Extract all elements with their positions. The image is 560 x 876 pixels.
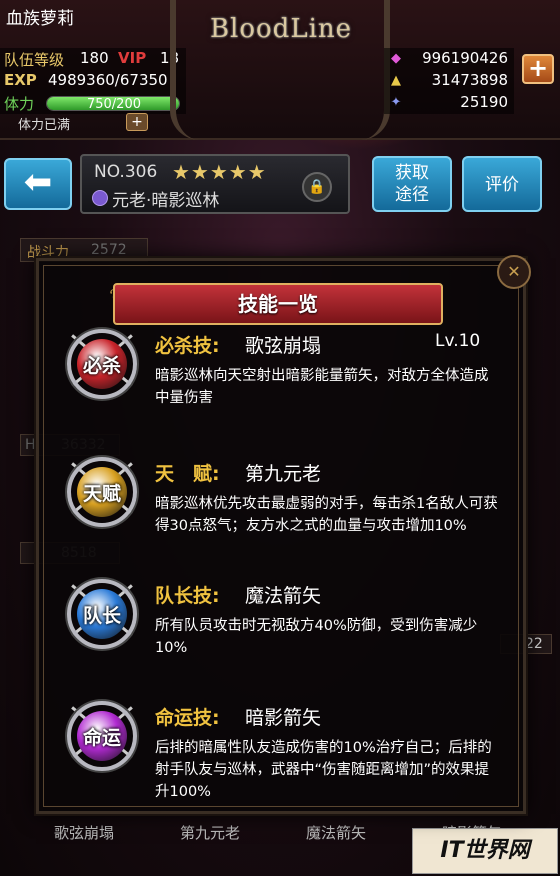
watermark: IT世界网 xyxy=(412,828,558,874)
stamina-label: 体力 xyxy=(4,95,35,113)
lock-icon[interactable]: 🔒 xyxy=(302,172,332,202)
element-icon xyxy=(92,190,108,206)
skill-badge-icon: 天赋 xyxy=(67,457,137,527)
diamond-icon: ◆ xyxy=(391,51,401,66)
crystal-row: ✦ 25190 xyxy=(384,92,514,114)
gold-icon: ▲ xyxy=(391,73,401,88)
bottom-skill-3[interactable]: 魔法箭矢 xyxy=(306,822,366,843)
skill-name: 魔法箭矢 xyxy=(245,585,322,607)
vip-label: VIP xyxy=(118,49,147,67)
diamond-value: 996190426 xyxy=(422,49,508,67)
dialog-title-bar: 技能一览 xyxy=(113,283,443,325)
skill-description: 暗影巡林优先攻击最虚弱的对手，每击杀1名敌人可获得30点怒气；友方水之式的血量与… xyxy=(155,496,498,534)
hero-info-panel: NO.306 ★★★★★ 元老·暗影巡林 🔒 xyxy=(80,154,350,214)
skill-name: 歌弦崩塌 xyxy=(245,335,322,357)
level-row: 队伍等级 180 VIP 18 xyxy=(0,48,186,70)
exp-label: EXP xyxy=(4,71,37,89)
skill-type: 必杀技: xyxy=(155,335,220,357)
skill-description: 所有队员攻击时无视敌方40%防御，受到伤害减少10% xyxy=(155,618,478,656)
gold-row: ▲ 31473898 xyxy=(384,70,514,92)
cost-value: 22 xyxy=(525,636,543,652)
hero-name: 元老·暗影巡林 xyxy=(112,191,220,211)
crystal-value: 25190 xyxy=(460,93,508,111)
close-button[interactable]: ✕ xyxy=(497,255,531,289)
skill-list-dialog: ❦ ❦ 技能一览 ✕ 必杀必杀技:歌弦崩塌Lv.10暗影巡林向天空射出暗影能量箭… xyxy=(36,255,531,814)
close-icon: ✕ xyxy=(507,262,521,281)
hero-stars: ★★★★★ xyxy=(172,160,267,184)
skill-badge-icon: 队长 xyxy=(67,579,137,649)
skill-type: 天 赋: xyxy=(155,463,220,485)
skill-badge-label: 队长 xyxy=(82,605,121,627)
skill-badge-icon: 必杀 xyxy=(67,329,137,399)
obtain-method-button[interactable]: 获取 途径 xyxy=(372,156,452,212)
gold-value: 31473898 xyxy=(431,71,508,89)
add-stamina-button[interactable]: + xyxy=(126,113,148,131)
skill-name: 第九元老 xyxy=(245,463,322,485)
team-level-label: 队伍等级 xyxy=(4,51,65,69)
stamina-full-text: 体力已满 xyxy=(18,118,71,133)
exp-value: 4989360/67350 xyxy=(48,71,168,89)
bottom-skill-2[interactable]: 第九元老 xyxy=(180,822,240,843)
arrow-left-icon: ⬅ xyxy=(23,162,53,202)
skill-name: 暗影箭矢 xyxy=(245,707,322,729)
top-bar: 血族萝莉 队伍等级 180 VIP 18 EXP 4989360/67350 体… xyxy=(0,0,560,140)
crystal-icon: ✦ xyxy=(390,95,402,110)
skill-badge-label: 命运 xyxy=(82,727,121,749)
exp-row: EXP 4989360/67350 xyxy=(0,70,186,92)
hero-nav-bar: ⬅ NO.306 ★★★★★ 元老·暗影巡林 🔒 获取 途径 评价 xyxy=(0,150,560,220)
bottom-skill-1[interactable]: 歌弦崩塌 xyxy=(54,822,114,843)
game-logo: BloodLine xyxy=(209,14,353,44)
skill-description: 暗影巡林向天空射出暗影能量箭矢，对敌方全体造成中量伤害 xyxy=(155,368,489,406)
hero-number: NO.306 xyxy=(94,162,158,182)
back-button[interactable]: ⬅ xyxy=(4,158,72,210)
dialog-title: 技能一览 xyxy=(238,292,318,316)
stamina-bar: 750/200 xyxy=(46,96,180,111)
skill-type: 队长技: xyxy=(155,585,220,607)
rate-button[interactable]: 评价 xyxy=(462,156,542,212)
power-value: 2572 xyxy=(91,242,127,258)
skill-badge-label: 必杀 xyxy=(82,355,121,377)
stamina-value: 750/200 xyxy=(86,97,141,111)
stamina-row: 体力 750/200 xyxy=(0,92,186,114)
add-currency-button[interactable]: + xyxy=(522,54,554,84)
skill-type: 命运技: xyxy=(155,707,220,729)
diamond-row: ◆ 996190426 xyxy=(384,48,514,70)
skill-description: 后排的暗属性队友造成伤害的10%治疗自己；后排的射手队友与巡林，武器中“伤害随距… xyxy=(155,740,492,800)
hp-label: H xyxy=(25,437,36,453)
skill-badge-icon: 命运 xyxy=(67,701,137,771)
skill-badge-label: 天赋 xyxy=(82,483,121,505)
team-level-value: 180 xyxy=(80,49,109,67)
player-name: 血族萝莉 xyxy=(6,9,74,29)
skill-level: Lv.10 xyxy=(435,331,481,351)
